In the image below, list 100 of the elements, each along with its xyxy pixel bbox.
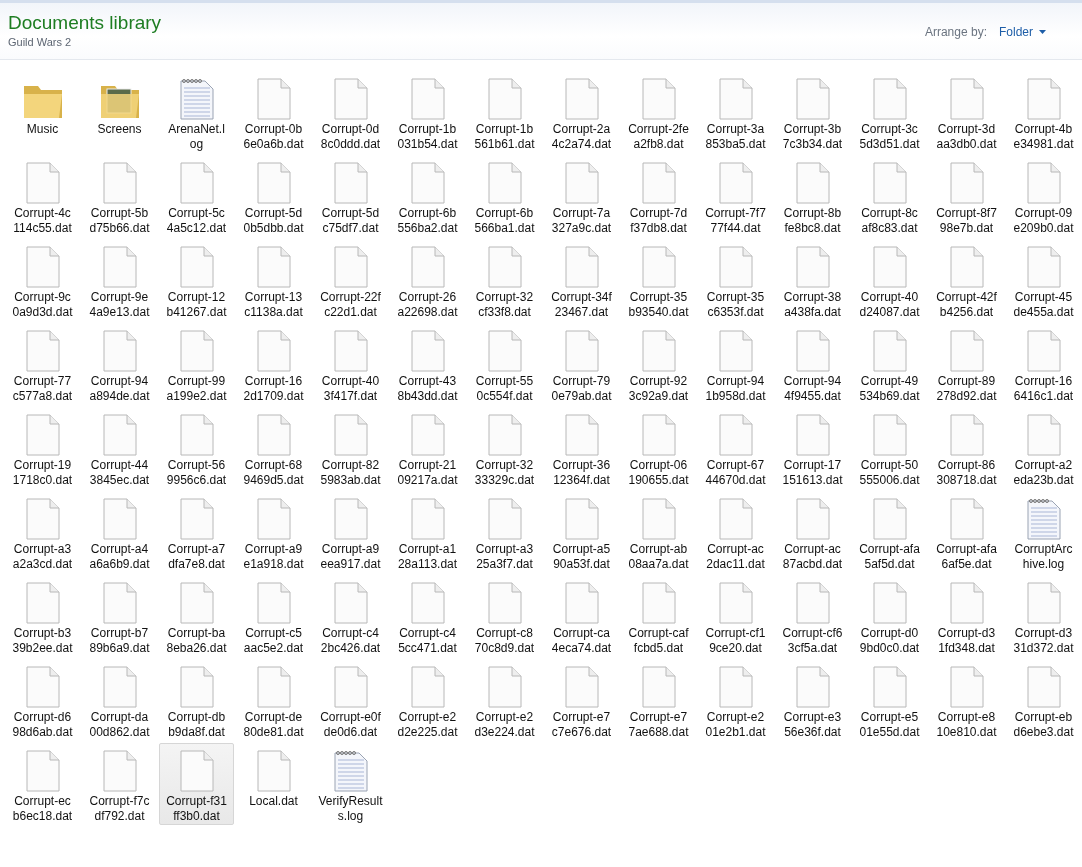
file-item[interactable]: Corrupt-82 5983ab.dat [313,407,388,489]
file-item[interactable]: Corrupt-4b e34981.dat [1006,71,1081,153]
file-item[interactable]: Corrupt-c4 5cc471.dat [390,575,465,657]
file-item[interactable]: Corrupt-caf fcbd5.dat [621,575,696,657]
file-item[interactable]: Corrupt-38 a438fa.dat [775,239,850,321]
file-item[interactable]: Corrupt-d3 1fd348.dat [929,575,1004,657]
file-item[interactable]: Corrupt-42f b4256.dat [929,239,1004,321]
file-item[interactable]: Corrupt-12 b41267.dat [159,239,234,321]
file-item[interactable]: Corrupt-a3 a2a3cd.dat [5,491,80,573]
file-item[interactable]: Corrupt-c4 2bc426.dat [313,575,388,657]
file-item[interactable]: Corrupt-de 80de81.dat [236,659,311,741]
file-item[interactable]: Corrupt-f7c df792.dat [82,743,157,825]
file-item[interactable]: Corrupt-77 c577a8.dat [5,323,80,405]
file-item[interactable]: Corrupt-49 534b69.dat [852,323,927,405]
file-item[interactable]: Corrupt-32 33329c.dat [467,407,542,489]
file-item[interactable]: ArenaNet.l og [159,71,234,153]
file-item[interactable]: Corrupt-94 4f9455.dat [775,323,850,405]
file-item[interactable]: Corrupt-89 278d92.dat [929,323,1004,405]
file-item[interactable]: Corrupt-68 9469d5.dat [236,407,311,489]
file-item[interactable]: Corrupt-09 e209b0.dat [1006,155,1081,237]
file-item[interactable]: Corrupt-3c 5d3d51.dat [852,71,927,153]
file-item[interactable]: Corrupt-7f7 77f44.dat [698,155,773,237]
file-item[interactable]: Corrupt-8b fe8bc8.dat [775,155,850,237]
file-item[interactable]: Corrupt-e7 7ae688.dat [621,659,696,741]
file-item[interactable]: Corrupt-67 44670d.dat [698,407,773,489]
file-item[interactable]: Corrupt-5b d75b66.dat [82,155,157,237]
file-item[interactable]: Corrupt-17 151613.dat [775,407,850,489]
file-item[interactable]: Corrupt-40 3f417f.dat [313,323,388,405]
file-item[interactable]: Corrupt-ac 2dac11.dat [698,491,773,573]
file-item[interactable]: Corrupt-2fe a2fb8.dat [621,71,696,153]
file-item[interactable]: Screens [82,71,157,153]
file-item[interactable]: Corrupt-16 2d1709.dat [236,323,311,405]
file-item[interactable]: Corrupt-f31 ff3b0.dat [159,743,234,825]
file-item[interactable]: Corrupt-26 a22698.dat [390,239,465,321]
file-item[interactable]: Corrupt-56 9956c6.dat [159,407,234,489]
file-item[interactable]: Corrupt-43 8b43dd.dat [390,323,465,405]
file-item[interactable]: Corrupt-45 de455a.dat [1006,239,1081,321]
file-item[interactable]: Corrupt-92 3c92a9.dat [621,323,696,405]
file-item[interactable]: Corrupt-ab 08aa7a.dat [621,491,696,573]
file-item[interactable]: Corrupt-2a 4c2a74.dat [544,71,619,153]
file-item[interactable]: Corrupt-d3 31d372.dat [1006,575,1081,657]
file-item[interactable]: Corrupt-e5 01e55d.dat [852,659,927,741]
file-item[interactable]: Corrupt-79 0e79ab.dat [544,323,619,405]
file-item[interactable]: Corrupt-3a 853ba5.dat [698,71,773,153]
file-item[interactable]: Corrupt-db b9da8f.dat [159,659,234,741]
file-item[interactable]: Corrupt-35 c6353f.dat [698,239,773,321]
file-item[interactable]: Corrupt-8c af8c83.dat [852,155,927,237]
file-item[interactable]: Corrupt-a9 eea917.dat [313,491,388,573]
file-item[interactable]: Corrupt-9c 0a9d3d.dat [5,239,80,321]
file-item[interactable]: Corrupt-d6 98d6ab.dat [5,659,80,741]
arrange-dropdown[interactable]: Folder [999,25,1046,39]
file-item[interactable]: Corrupt-a3 25a3f7.dat [467,491,542,573]
file-item[interactable]: Corrupt-d0 9bd0c0.dat [852,575,927,657]
file-item[interactable]: Corrupt-44 3845ec.dat [82,407,157,489]
file-item[interactable]: Corrupt-e2 01e2b1.dat [698,659,773,741]
file-item[interactable]: Corrupt-1b 561b61.dat [467,71,542,153]
file-item[interactable]: Corrupt-3b 7c3b34.dat [775,71,850,153]
file-item[interactable]: Corrupt-35 b93540.dat [621,239,696,321]
file-item[interactable]: Corrupt-9e 4a9e13.dat [82,239,157,321]
file-item[interactable]: Corrupt-e2 d2e225.dat [390,659,465,741]
file-item[interactable]: Corrupt-e0f de0d6.dat [313,659,388,741]
file-item[interactable]: Corrupt-99 a199e2.dat [159,323,234,405]
file-item[interactable]: Corrupt-a9 e1a918.dat [236,491,311,573]
file-item[interactable]: Corrupt-16 6416c1.dat [1006,323,1081,405]
file-item[interactable]: Corrupt-a4 a6a6b9.dat [82,491,157,573]
file-item[interactable]: Corrupt-b7 89b6a9.dat [82,575,157,657]
file-item[interactable]: Corrupt-a1 28a113.dat [390,491,465,573]
file-item[interactable]: Corrupt-c8 70c8d9.dat [467,575,542,657]
file-item[interactable]: Corrupt-e2 d3e224.dat [467,659,542,741]
file-item[interactable]: Corrupt-86 308718.dat [929,407,1004,489]
file-item[interactable]: Corrupt-afa 5af5d.dat [852,491,927,573]
file-item[interactable]: Corrupt-eb d6ebe3.dat [1006,659,1081,741]
file-item[interactable]: Music [5,71,80,153]
file-item[interactable]: Corrupt-5d 0b5dbb.dat [236,155,311,237]
file-item[interactable]: Corrupt-94 a894de.dat [82,323,157,405]
file-item[interactable]: Corrupt-5d c75df7.dat [313,155,388,237]
file-item[interactable]: Corrupt-5c 4a5c12.dat [159,155,234,237]
file-item[interactable]: Corrupt-06 190655.dat [621,407,696,489]
file-item[interactable]: Corrupt-a2 eda23b.dat [1006,407,1081,489]
file-item[interactable]: VerifyResult s.log [313,743,388,825]
file-item[interactable]: Corrupt-b3 39b2ee.dat [5,575,80,657]
file-item[interactable]: Corrupt-ec b6ec18.dat [5,743,80,825]
file-item[interactable]: Corrupt-4c 114c55.dat [5,155,80,237]
file-item[interactable]: Corrupt-6b 556ba2.dat [390,155,465,237]
file-item[interactable]: Corrupt-19 1718c0.dat [5,407,80,489]
file-item[interactable]: Corrupt-e3 56e36f.dat [775,659,850,741]
file-item[interactable]: Corrupt-cf6 3cf5a.dat [775,575,850,657]
file-item[interactable]: Corrupt-1b 031b54.dat [390,71,465,153]
file-item[interactable]: Corrupt-32 cf33f8.dat [467,239,542,321]
file-item[interactable]: Corrupt-3d aa3db0.dat [929,71,1004,153]
file-item[interactable]: Corrupt-ba 8eba26.dat [159,575,234,657]
file-item[interactable]: Corrupt-21 09217a.dat [390,407,465,489]
file-item[interactable]: Corrupt-13 c1138a.dat [236,239,311,321]
file-item[interactable]: Corrupt-e7 c7e676.dat [544,659,619,741]
file-item[interactable]: Local.dat [236,743,311,825]
file-item[interactable]: Corrupt-c5 aac5e2.dat [236,575,311,657]
file-item[interactable]: Corrupt-afa 6af5e.dat [929,491,1004,573]
file-item[interactable]: Corrupt-da 00d862.dat [82,659,157,741]
file-item[interactable]: Corrupt-8f7 98e7b.dat [929,155,1004,237]
file-item[interactable]: Corrupt-ca 4eca74.dat [544,575,619,657]
